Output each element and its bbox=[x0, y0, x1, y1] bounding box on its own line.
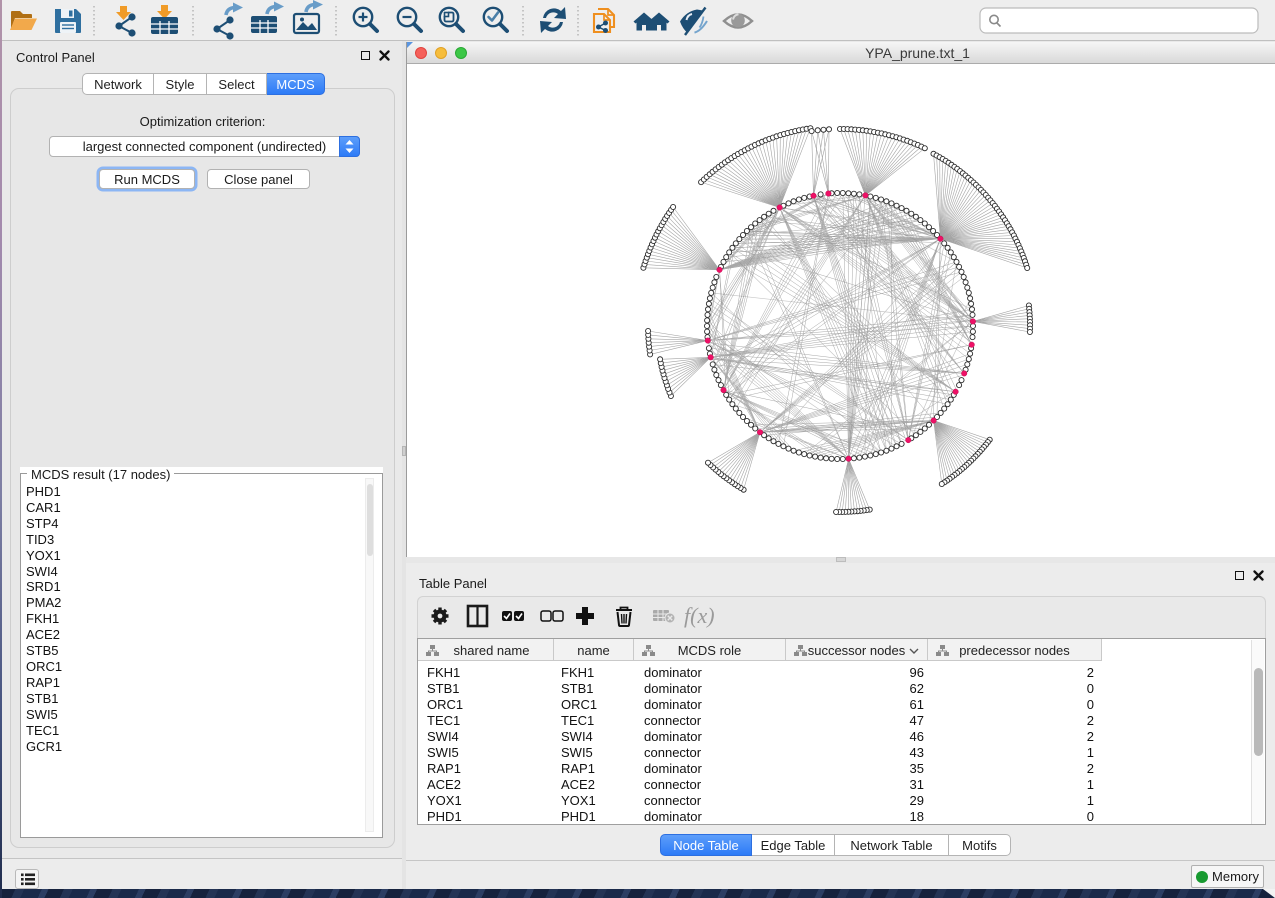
svg-text:f(x): f(x) bbox=[684, 603, 715, 628]
